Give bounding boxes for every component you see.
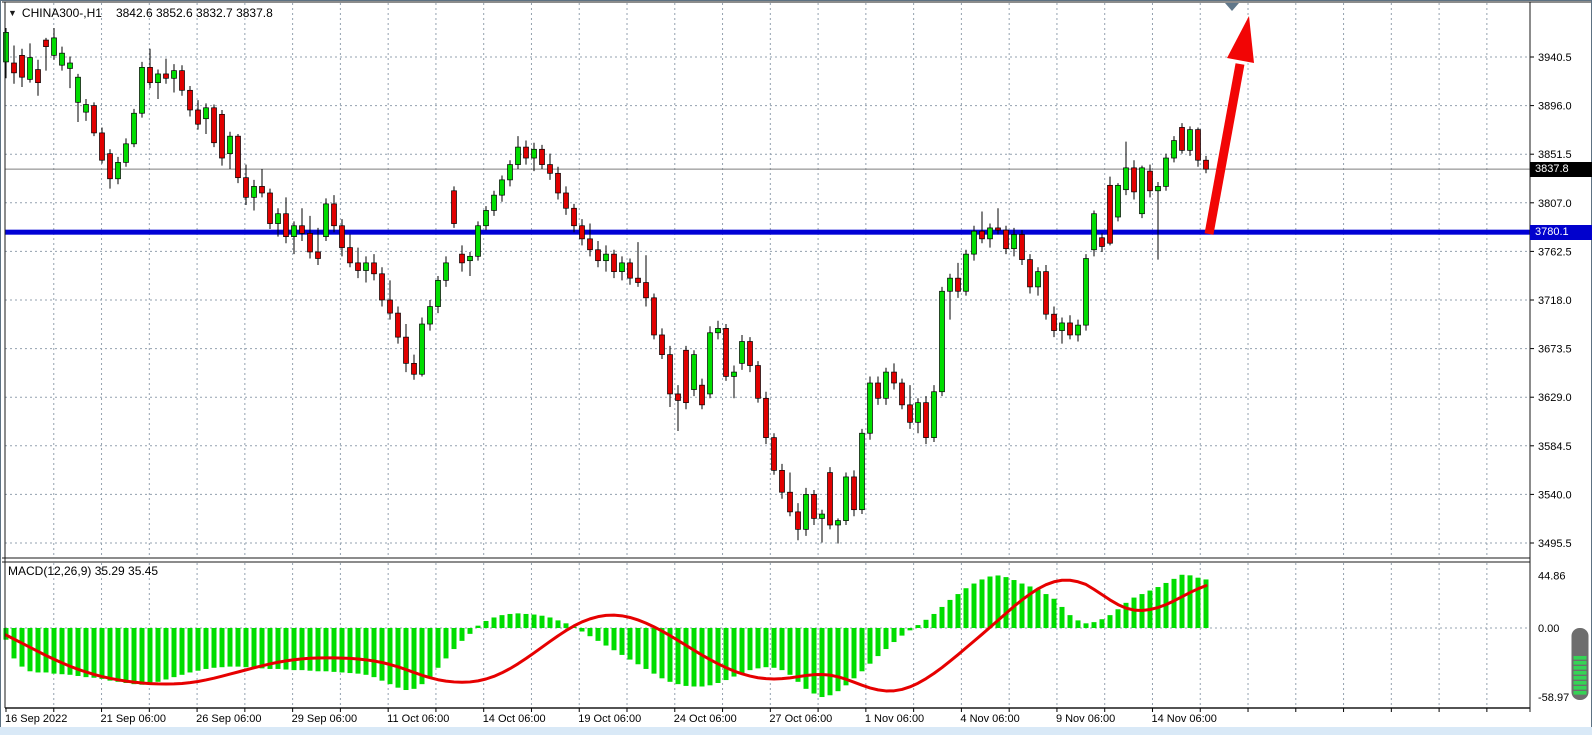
scroll-indicator-widget[interactable] — [1572, 628, 1589, 700]
svg-text:9 Nov 06:00: 9 Nov 06:00 — [1056, 713, 1115, 725]
svg-text:4 Nov 06:00: 4 Nov 06:00 — [960, 713, 1019, 725]
svg-text:3495.5: 3495.5 — [1538, 538, 1572, 550]
chart-window: 3940.5 3896.0 3851.5 3807.0 3762.5 3718.0 3673… — [0, 0, 1592, 735]
window-bottom-strip — [0, 727, 1592, 735]
symbol-timeframe-label: CHINA300-,H1 — [22, 6, 102, 20]
svg-text:3629.0: 3629.0 — [1538, 392, 1572, 404]
svg-text:0.00: 0.00 — [1538, 623, 1559, 635]
svg-text:11 Oct 06:00: 11 Oct 06:00 — [387, 713, 449, 725]
svg-text:3584.5: 3584.5 — [1538, 441, 1572, 453]
svg-text:44.86: 44.86 — [1538, 571, 1566, 583]
collapse-triangle-icon[interactable]: ▼ — [8, 8, 17, 18]
svg-text:27 Oct 06:00: 27 Oct 06:00 — [769, 713, 832, 725]
svg-text:3718.0: 3718.0 — [1538, 295, 1572, 307]
svg-text:3851.5: 3851.5 — [1538, 149, 1572, 161]
svg-text:24 Oct 06:00: 24 Oct 06:00 — [674, 713, 737, 725]
svg-text:1 Nov 06:00: 1 Nov 06:00 — [865, 713, 924, 725]
support-hline[interactable] — [5, 230, 1530, 235]
svg-text:21 Sep 06:00: 21 Sep 06:00 — [101, 713, 166, 725]
svg-text:-58.97: -58.97 — [1538, 692, 1569, 704]
svg-text:3673.5: 3673.5 — [1538, 344, 1572, 356]
chart-canvas[interactable]: 3940.5 3896.0 3851.5 3807.0 3762.5 3718.0 3673… — [0, 0, 1592, 735]
svg-text:3807.0: 3807.0 — [1538, 198, 1572, 210]
svg-text:3940.5: 3940.5 — [1538, 52, 1572, 64]
svg-text:26 Sep 06:00: 26 Sep 06:00 — [196, 713, 261, 725]
chart-header: ▼ CHINA300-,H1 3842.6 3852.6 3832.7 3837.8 — [8, 6, 273, 20]
svg-text:3896.0: 3896.0 — [1538, 101, 1572, 113]
hline-price-tag[interactable]: 3780.1 — [1530, 225, 1592, 240]
svg-text:16 Sep 2022: 16 Sep 2022 — [5, 713, 67, 725]
svg-text:14 Oct 06:00: 14 Oct 06:00 — [483, 713, 546, 725]
macd-indicator-label: MACD(12,26,9) 35.29 35.45 — [8, 564, 158, 578]
svg-text:3540.0: 3540.0 — [1538, 489, 1572, 501]
svg-text:3762.5: 3762.5 — [1538, 246, 1572, 258]
current-price-tag: 3837.8 — [1530, 162, 1592, 177]
ohlc-values: 3842.6 3852.6 3832.7 3837.8 — [116, 6, 273, 20]
svg-text:19 Oct 06:00: 19 Oct 06:00 — [578, 713, 641, 725]
svg-text:29 Sep 06:00: 29 Sep 06:00 — [292, 713, 357, 725]
svg-text:14 Nov 06:00: 14 Nov 06:00 — [1151, 713, 1216, 725]
